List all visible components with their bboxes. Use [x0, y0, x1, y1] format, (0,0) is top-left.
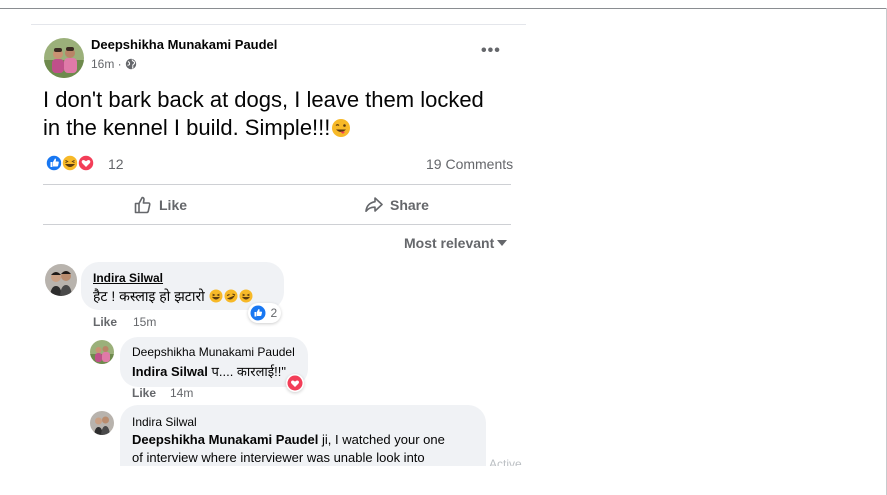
reply-mention[interactable]: Deepshikha Munakami Paudel — [132, 432, 318, 447]
post-text-content: I don't bark back at dogs, I leave them … — [43, 87, 484, 140]
share-button[interactable]: Share — [364, 194, 444, 216]
comment-timestamp[interactable]: 15m — [133, 315, 156, 329]
comment-sort-dropdown[interactable]: Most relevant — [404, 235, 494, 251]
comment-reaction-count: 2 — [270, 306, 278, 320]
reply-text: Indira Silwal प.... कारलाई!!" — [132, 362, 286, 380]
reaction-summary[interactable] — [45, 154, 105, 172]
post-timestamp[interactable]: 16m · — [91, 57, 122, 71]
actions-divider — [43, 224, 511, 225]
reactions-divider — [43, 184, 511, 185]
globe-icon — [125, 58, 137, 70]
reply-text-line: Deepshikha Munakami Paudel ji, I watched… — [132, 432, 445, 447]
comment-like-button[interactable]: Like — [93, 315, 117, 329]
share-button-label: Share — [390, 197, 429, 213]
reply-author[interactable]: Deepshikha Munakami Paudel — [132, 345, 295, 359]
comment-reaction-pill[interactable]: 2 — [248, 303, 282, 323]
share-arrow-icon — [365, 197, 383, 212]
reply-bubble: Deepshikha Munakami Paudel Indira Silwal… — [120, 337, 308, 387]
reply-author-avatar[interactable] — [90, 411, 114, 435]
reply-reaction-pill[interactable] — [286, 374, 304, 392]
post-author-name[interactable]: Deepshikha Munakami Paudel — [91, 37, 277, 52]
reply-author[interactable]: Indira Silwal — [132, 415, 197, 429]
laughing-emoji-icon — [239, 289, 253, 303]
thumbs-up-icon — [134, 196, 151, 214]
haha-reaction-icon — [61, 154, 79, 172]
rofl-emoji-icon — [224, 289, 238, 303]
reply-text-content: ji, I watched your one — [318, 432, 445, 447]
author-avatar[interactable] — [44, 38, 84, 78]
reply-timestamp[interactable]: 14m — [170, 386, 193, 400]
comment-author[interactable]: Indira Silwal — [93, 271, 163, 285]
comment-text-content: हैट ! कस्लाइ हो झटारो — [93, 288, 205, 304]
feed-clip-mask — [31, 466, 526, 495]
comment-text: हैट ! कस्लाइ हो झटारो — [93, 287, 254, 306]
winking-tongue-emoji-icon — [332, 119, 351, 137]
like-button[interactable]: Like — [133, 194, 203, 216]
laughing-emoji-icon — [209, 289, 223, 303]
window-top-border — [0, 8, 887, 9]
like-reaction-icon — [45, 154, 63, 172]
commenter-avatar[interactable] — [45, 264, 77, 296]
like-reaction-icon — [250, 305, 266, 321]
reply-text-content: प.... कारलाई!!" — [207, 364, 286, 379]
like-button-label: Like — [159, 197, 188, 213]
post-text: I don't bark back at dogs, I leave them … — [43, 86, 503, 142]
reaction-count[interactable]: 12 — [108, 156, 124, 172]
reply-mention[interactable]: Indira Silwal — [132, 364, 208, 379]
reply-author-avatar[interactable] — [90, 340, 114, 364]
card-top-border — [31, 24, 526, 25]
reply-text-line: of interview where interviewer was unabl… — [132, 450, 425, 465]
love-reaction-icon — [77, 154, 95, 172]
post-card: Deepshikha Munakami Paudel 16m · ••• I d… — [31, 24, 526, 495]
love-reaction-icon — [287, 375, 303, 391]
post-more-options-button[interactable]: ••• — [481, 42, 501, 60]
comments-count-link[interactable]: 19 Comments — [426, 156, 513, 172]
chevron-down-icon[interactable] — [497, 240, 507, 246]
reply-like-button[interactable]: Like — [132, 386, 156, 400]
